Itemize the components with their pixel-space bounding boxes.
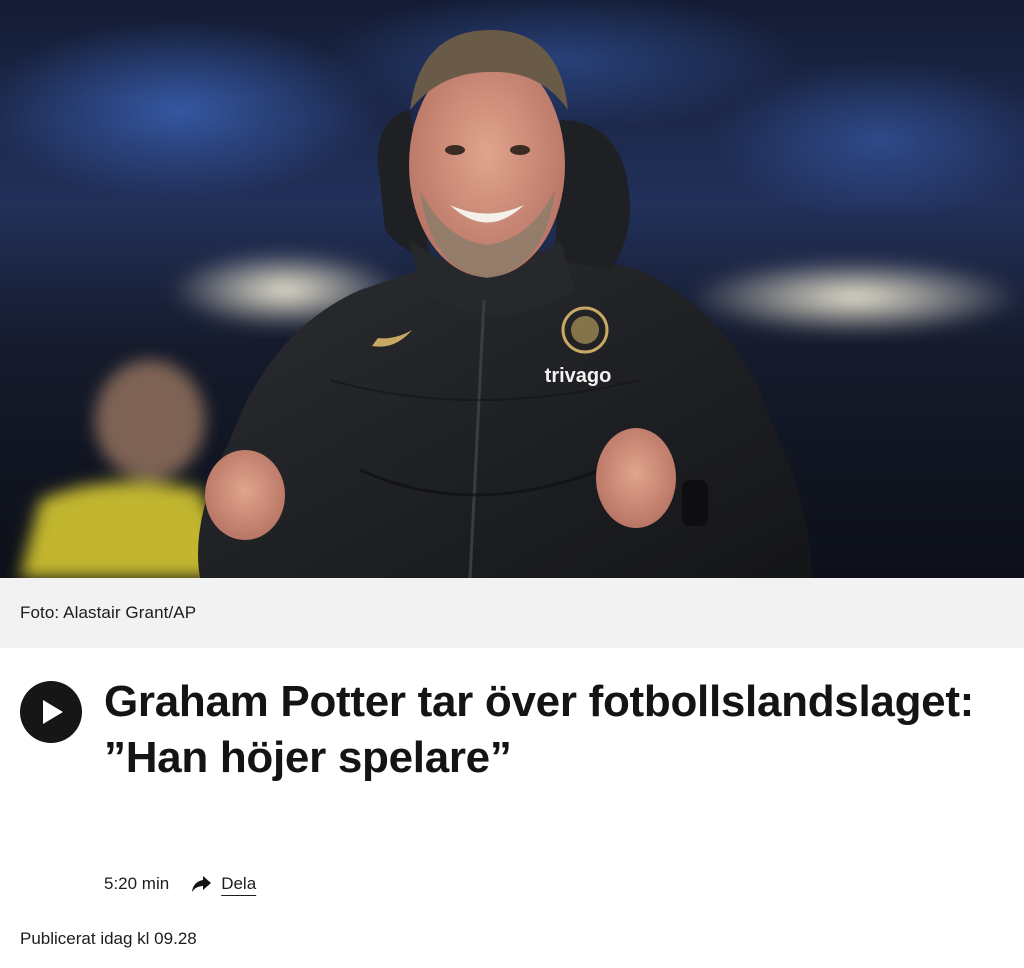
photo-caption-bar: Foto: Alastair Grant/AP <box>0 578 1024 648</box>
photo-credit: Foto: Alastair Grant/AP <box>20 603 197 622</box>
share-arrow-icon <box>191 876 212 892</box>
share-label: Dela <box>221 874 257 893</box>
article-meta: 5:20 min Dela <box>104 874 256 894</box>
play-audio-button[interactable] <box>20 681 82 743</box>
hero-photo: trivago <box>0 0 1024 578</box>
article-headline: Graham Potter tar över fotbollslandslage… <box>104 677 975 782</box>
play-icon <box>43 700 63 724</box>
audio-duration: 5:20 min <box>104 874 170 893</box>
hero-photo-illustration: trivago <box>0 0 1024 578</box>
published-timestamp: Publicerat idag kl 09.28 <box>20 929 197 948</box>
share-button[interactable]: Dela <box>191 874 256 894</box>
jacket-sponsor-text: trivago <box>545 365 612 387</box>
